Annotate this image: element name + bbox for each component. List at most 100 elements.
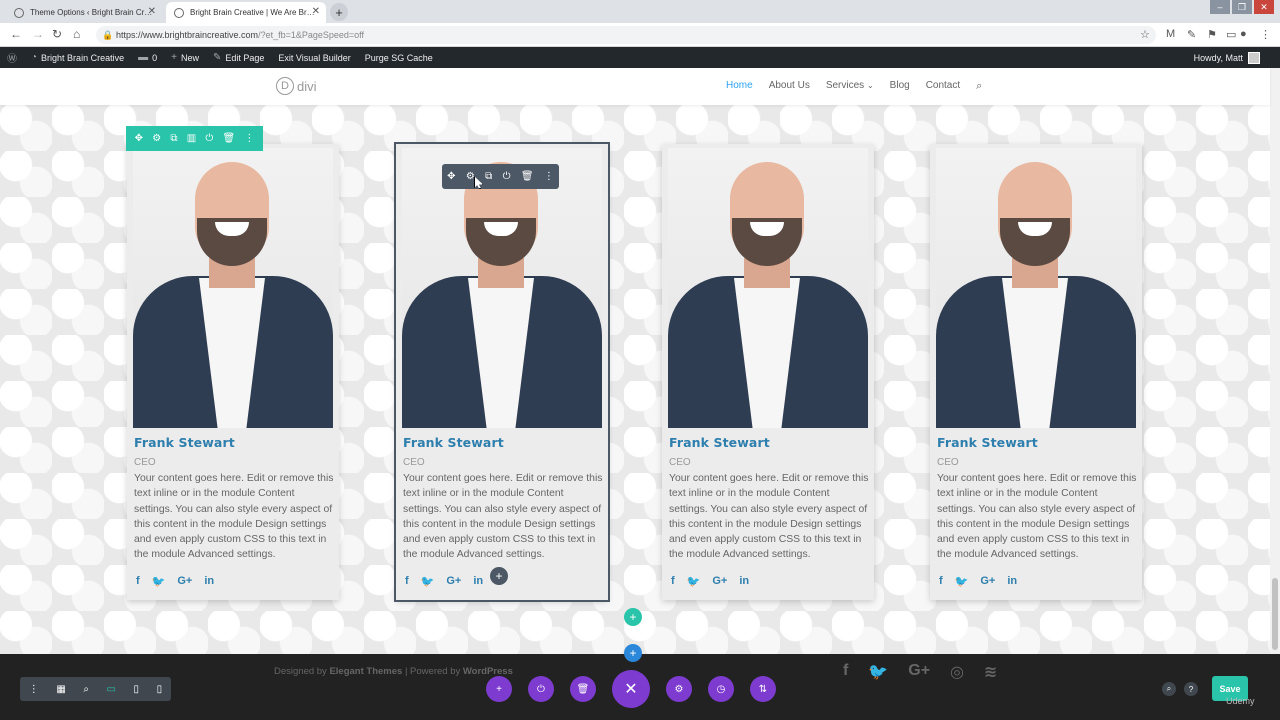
minimize-icon[interactable]: – — [1210, 0, 1230, 14]
desktop-view-icon[interactable]: ▭ — [107, 684, 116, 695]
add-icon[interactable]: + — [486, 676, 512, 702]
google-plus-icon[interactable]: G+ — [177, 575, 192, 588]
elegant-themes-link[interactable]: Elegant Themes — [329, 666, 402, 677]
nav-item-about-us[interactable]: About Us — [769, 80, 810, 93]
wireframe-icon[interactable]: ▦ — [56, 684, 65, 695]
wp-logo-menu[interactable]: Ⓦ — [0, 47, 24, 68]
power-icon[interactable]: ⏻ — [205, 133, 213, 144]
twitter-icon[interactable]: 🐦 — [955, 575, 969, 588]
search-icon[interactable]: ⌕ — [976, 80, 982, 93]
new-content-menu[interactable]: + New — [164, 47, 206, 68]
account-menu[interactable]: Howdy, Matt — [1194, 47, 1260, 68]
window-close-icon[interactable]: ✕ — [1254, 0, 1274, 14]
more-options-icon[interactable]: ⋮ — [29, 684, 39, 695]
linkedin-icon[interactable]: in — [473, 575, 483, 588]
trash-icon[interactable]: 🗑 — [570, 676, 596, 702]
extension-frame-icon[interactable]: ▭ — [1226, 28, 1236, 41]
close-icon[interactable]: ✕ — [312, 6, 320, 17]
back-arrow-icon[interactable]: ← — [10, 27, 22, 41]
google-plus-icon[interactable]: G+ — [712, 575, 727, 588]
scrollbar-thumb[interactable] — [1272, 578, 1278, 650]
nav-item-services[interactable]: Services ⌄ — [826, 80, 874, 93]
facebook-icon[interactable]: f — [136, 575, 140, 588]
settings-gear-icon[interactable]: ⚙ — [152, 133, 161, 144]
move-icon[interactable]: ✥ — [135, 133, 143, 144]
facebook-icon[interactable]: f — [671, 575, 675, 588]
page-scrollbar[interactable] — [1270, 68, 1280, 654]
purge-cache-link[interactable]: Purge SG Cache — [358, 47, 440, 68]
extension-flag-icon[interactable]: ⚑ — [1207, 28, 1217, 41]
exit-visual-builder-link[interactable]: Exit Visual Builder — [271, 47, 357, 68]
add-section-button[interactable]: + — [624, 644, 642, 662]
twitter-icon[interactable]: 🐦 — [152, 575, 166, 588]
wp-admin-bar: Ⓦ ◔ Bright Brain Creative ▬ 0 + New ✎ Edit P… — [0, 47, 1280, 68]
help-icon[interactable]: ? — [1184, 682, 1198, 696]
twitter-icon[interactable]: 🐦 — [687, 575, 701, 588]
extension-mail-icon[interactable]: M — [1166, 28, 1175, 40]
google-plus-icon[interactable]: G+ — [446, 575, 461, 588]
team-member-card[interactable]: Frank Stewart CEO Your content goes here… — [662, 144, 874, 600]
exit-label: Exit Visual Builder — [278, 52, 351, 63]
zoom-icon[interactable]: ⌕ — [83, 684, 89, 695]
team-member-card[interactable]: Frank Stewart CEO Your content goes here… — [394, 142, 610, 602]
add-row-button[interactable]: + — [624, 608, 642, 626]
site-name-menu[interactable]: ◔ Bright Brain Creative — [24, 47, 131, 68]
close-icon[interactable]: ✕ — [612, 670, 650, 708]
trash-icon[interactable]: 🗑 — [521, 171, 534, 182]
duplicate-icon[interactable]: ⧉ — [170, 133, 177, 144]
forward-arrow-icon[interactable]: → — [32, 27, 44, 41]
reload-icon[interactable]: ↻ — [52, 27, 62, 41]
trash-icon[interactable]: 🗑 — [222, 133, 235, 144]
bookmark-star-icon[interactable]: ☆ — [1140, 28, 1150, 41]
settings-gear-icon[interactable]: ⚙ — [666, 676, 692, 702]
profile-icon[interactable]: ● — [1240, 28, 1247, 40]
more-menu-icon[interactable]: ⋮ — [1260, 28, 1271, 41]
facebook-icon[interactable]: f — [843, 662, 848, 682]
facebook-icon[interactable]: f — [939, 575, 943, 588]
linkedin-icon[interactable]: in — [1007, 575, 1017, 588]
more-options-icon[interactable]: ⋮ — [544, 171, 554, 182]
tablet-view-icon[interactable]: ▯ — [134, 684, 140, 695]
close-icon[interactable]: ✕ — [148, 6, 156, 17]
social-links: f 🐦 G+ in — [405, 575, 483, 588]
browser-tab-bright-brain[interactable]: Bright Brain Creative | We Are Br… ✕ — [166, 2, 326, 23]
site-logo[interactable]: D divi — [276, 77, 317, 95]
instagram-icon[interactable]: ◎ — [950, 662, 964, 682]
maximize-icon[interactable]: ❐ — [1232, 0, 1252, 14]
url-field[interactable]: 🔒 https://www.brightbraincreative.com/?e… — [96, 26, 1156, 44]
builder-view-bar: ⋮ ▦ ⌕ ▭ ▯ ▯ — [20, 677, 171, 701]
columns-icon[interactable]: ▥ — [187, 133, 196, 144]
nav-item-blog[interactable]: Blog — [890, 80, 910, 93]
home-icon[interactable]: ⌂ — [73, 27, 80, 41]
duplicate-icon[interactable]: ⧉ — [485, 171, 492, 182]
google-plus-icon[interactable]: G+ — [908, 662, 930, 682]
rss-icon[interactable]: ≋ — [984, 662, 997, 682]
comments-menu[interactable]: ▬ 0 — [131, 47, 164, 68]
twitter-icon[interactable]: 🐦 — [868, 662, 888, 682]
nav-item-home[interactable]: Home — [726, 80, 753, 93]
portability-icon[interactable]: ⇅ — [750, 676, 776, 702]
address-bar: ← → ↻ ⌂ 🔒 https://www.brightbraincreativ… — [0, 23, 1280, 47]
search-icon[interactable]: ⌕ — [1162, 682, 1176, 696]
facebook-icon[interactable]: f — [405, 575, 409, 588]
team-member-card[interactable]: Frank Stewart CEO Your content goes here… — [930, 144, 1142, 600]
browser-tab-theme-options[interactable]: Theme Options ‹ Bright Brain Cr… ✕ — [6, 2, 162, 23]
nav-item-contact[interactable]: Contact — [926, 80, 960, 93]
google-plus-icon[interactable]: G+ — [980, 575, 995, 588]
linkedin-icon[interactable]: in — [204, 575, 214, 588]
linkedin-icon[interactable]: in — [739, 575, 749, 588]
social-links: f 🐦 G+ in — [671, 575, 749, 588]
more-options-icon[interactable]: ⋮ — [244, 133, 254, 144]
move-icon[interactable]: ✥ — [447, 171, 455, 182]
extension-pen-icon[interactable]: ✎ — [1187, 28, 1196, 41]
power-icon[interactable]: ⏻ — [528, 676, 554, 702]
add-module-button[interactable]: + — [490, 567, 508, 585]
new-tab-button[interactable]: + — [330, 3, 348, 21]
edit-page-link[interactable]: ✎ Edit Page — [206, 47, 271, 68]
power-icon[interactable]: ⏻ — [503, 171, 511, 182]
history-icon[interactable]: ◷ — [708, 676, 734, 702]
phone-view-icon[interactable]: ▯ — [157, 684, 163, 695]
team-member-card[interactable]: Frank Stewart CEO Your content goes here… — [127, 144, 339, 600]
settings-gear-icon[interactable]: ⚙ — [466, 171, 475, 182]
twitter-icon[interactable]: 🐦 — [421, 575, 435, 588]
